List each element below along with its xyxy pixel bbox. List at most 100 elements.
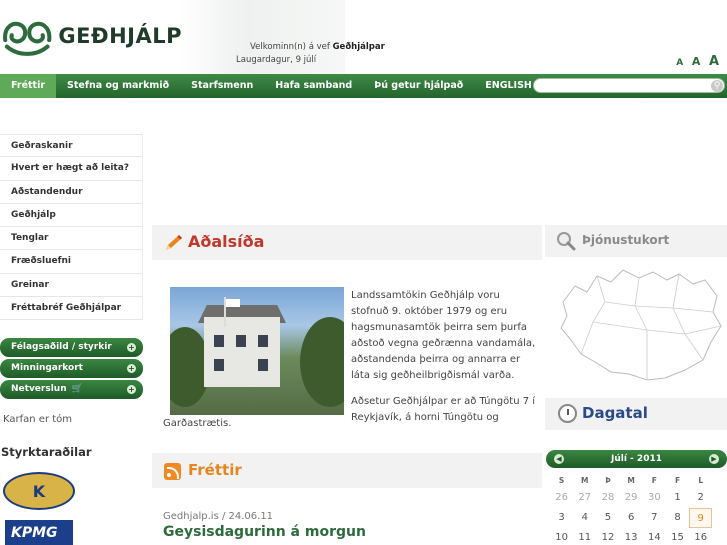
date-line: Laugardagur, 9 júlí xyxy=(236,55,317,65)
search-input[interactable] xyxy=(542,84,712,98)
weekday-label: M xyxy=(627,476,635,485)
welcome-prefix: Velkominn(n) á vef xyxy=(250,42,333,52)
calendar-title-bar: Dagatal xyxy=(545,398,727,430)
logo-text: GEÐHJÁLP xyxy=(58,24,182,48)
felagsadild-label: Félagsaðild / styrkir xyxy=(11,342,112,352)
intro-paragraph-2: Aðsetur Geðhjálpar er að Túngötu 7 í Rey… xyxy=(351,396,536,423)
expand-icon: + xyxy=(127,385,136,394)
cart-status: Karfan er tóm xyxy=(3,414,73,425)
kpmg-logo[interactable]: KPMG xyxy=(5,520,73,545)
sidebar-item-tenglar[interactable]: Tenglar xyxy=(0,227,143,251)
sidebar-item-gedhjalp[interactable]: Geðhjálp xyxy=(0,203,143,228)
calendar-day[interactable]: 5 xyxy=(596,508,619,528)
nav-item-frettir[interactable]: Fréttir xyxy=(0,74,57,98)
font-size-small-button[interactable]: A xyxy=(676,58,683,68)
calendar-day[interactable]: 30 xyxy=(643,488,666,508)
calendar-week: 26 27 28 29 30 1 2 xyxy=(550,488,727,508)
nav-item-starfsmenn[interactable]: Starfsmenn xyxy=(180,74,264,98)
welcome-message: Velkominn(n) á vef Geðhjálpar Laugardagu… xyxy=(236,41,385,67)
page-title: Aðalsíða xyxy=(188,232,265,251)
weekday-label: F xyxy=(651,476,657,485)
weekday-label: L xyxy=(698,476,704,485)
calendar-day[interactable]: 1 xyxy=(666,488,689,508)
search-icon[interactable]: ⚲ xyxy=(711,80,723,92)
service-map-title-bar: Þjónustukort xyxy=(545,225,727,257)
iceland-map[interactable] xyxy=(553,262,725,387)
netverslun-label: Netverslun xyxy=(11,384,67,394)
calendar-day[interactable]: 6 xyxy=(620,508,643,528)
pencil-icon xyxy=(166,235,182,250)
calendar-day[interactable]: 4 xyxy=(573,508,596,528)
sidebar-menu: Geðraskanir Hvert er hægt að leita? Aðst… xyxy=(0,134,143,321)
calendar-title: Dagatal xyxy=(582,404,648,422)
calendar-weekdays: S M Þ M F F L xyxy=(550,474,727,488)
sidebar-item-hvert-er-haegt[interactable]: Hvert er hægt að leita? xyxy=(0,157,143,181)
magnifier-icon xyxy=(557,232,576,251)
intro-text: Landssamtökin Geðhjálp voru stofnuð 9. o… xyxy=(351,288,539,426)
calendar-day[interactable]: 3 xyxy=(550,508,573,528)
building-photo xyxy=(170,287,344,415)
expand-icon: + xyxy=(127,343,136,352)
weekday-label: M xyxy=(581,476,589,485)
site-logo[interactable]: GEÐHJÁLP xyxy=(2,10,182,62)
font-size-controls: A A A xyxy=(673,50,719,69)
calendar-day-today[interactable]: 9 xyxy=(689,508,713,528)
netverslun-button[interactable]: Netverslun 🛒 + xyxy=(0,380,143,399)
nav-item-stefna[interactable]: Stefna og markmið xyxy=(56,74,180,98)
font-size-large-button[interactable]: A xyxy=(709,54,719,69)
nav-item-thu-getur-hjalpad[interactable]: Þú getur hjálpað xyxy=(363,74,474,98)
calendar-week: 3 4 5 6 7 8 9 xyxy=(550,508,727,528)
font-size-medium-button[interactable]: A xyxy=(692,55,701,68)
weekday-label: F xyxy=(674,476,681,485)
logo-mark-icon xyxy=(3,21,52,56)
calendar-day[interactable]: 11 xyxy=(573,528,596,545)
expand-icon: + xyxy=(127,364,136,373)
site-header: GEÐHJÁLP Velkominn(n) á vef Geðhjálpar L… xyxy=(0,0,727,74)
calendar-day[interactable]: 16 xyxy=(689,528,712,545)
search-box: ⚲ xyxy=(533,78,725,98)
felagsadild-button[interactable]: Félagsaðild / styrkir + xyxy=(0,338,143,357)
calendar-week: 10 11 12 13 14 15 16 xyxy=(550,528,727,545)
weekday-label: Þ xyxy=(605,476,611,485)
calendar-day[interactable]: 26 xyxy=(550,488,573,508)
calendar-day[interactable]: 2 xyxy=(689,488,712,508)
kiwanis-logo[interactable]: K xyxy=(3,472,75,510)
sidebar-item-frettabref[interactable]: Fréttabréf Geðhjálpar xyxy=(0,297,143,321)
calendar-next-icon[interactable]: ▶ xyxy=(709,454,719,464)
rss-icon[interactable] xyxy=(164,463,181,480)
sidebar-item-fraedsluefni[interactable]: Fræðsluefni xyxy=(0,250,143,274)
weekday-label: S xyxy=(558,476,565,485)
sidebar-buttons: Félagsaðild / styrkir + Minningarkort + … xyxy=(0,338,143,401)
nav-item-hafa-samband[interactable]: Hafa samband xyxy=(264,74,363,98)
intro-paragraph-1: Landssamtökin Geðhjálp voru stofnuð 9. o… xyxy=(351,290,536,381)
calendar-day[interactable]: 12 xyxy=(596,528,619,545)
calendar-grid: S M Þ M F F L 26 27 28 29 30 1 2 3 4 5 6… xyxy=(550,474,727,545)
clock-icon xyxy=(558,404,577,423)
calendar-day[interactable]: 10 xyxy=(550,528,573,545)
calendar-day[interactable]: 8 xyxy=(666,508,689,528)
calendar-day[interactable]: 15 xyxy=(666,528,689,545)
calendar-day[interactable]: 28 xyxy=(596,488,619,508)
news-headline-link[interactable]: Geysisdagurinn á morgun xyxy=(163,524,366,540)
sidebar-item-gedraskanir[interactable]: Geðraskanir xyxy=(0,134,143,158)
service-map-title: Þjónustukort xyxy=(582,233,670,247)
calendar-day[interactable]: 29 xyxy=(620,488,643,508)
calendar-month-bar: ◀ Júlí - 2011 ▶ xyxy=(546,450,727,468)
main-navigation: Fréttir Stefna og markmið Starfsmenn Haf… xyxy=(0,74,727,98)
calendar-day[interactable]: 14 xyxy=(643,528,666,545)
page: GEÐHJÁLP Velkominn(n) á vef Geðhjálpar L… xyxy=(0,0,727,545)
news-title-bar: Fréttir xyxy=(152,453,542,488)
calendar-day[interactable]: 7 xyxy=(643,508,666,528)
sponsors-heading: Styrktaraðilar xyxy=(1,445,92,459)
calendar-day[interactable]: 13 xyxy=(620,528,643,545)
welcome-name: Geðhjálpar xyxy=(332,42,385,52)
calendar-prev-icon[interactable]: ◀ xyxy=(554,454,564,464)
calendar-day[interactable]: 27 xyxy=(573,488,596,508)
calendar-month-label: Júlí - 2011 xyxy=(611,454,662,464)
news-meta: Gedhjalp.is / 24.06.11 xyxy=(163,511,274,522)
minningarkort-label: Minningarkort xyxy=(11,363,83,373)
minningarkort-button[interactable]: Minningarkort + xyxy=(0,359,143,378)
sidebar-item-adstandendur[interactable]: Aðstandendur xyxy=(0,180,143,204)
sidebar-item-greinar[interactable]: Greinar xyxy=(0,273,143,298)
intro-paragraph-2-tail: Garðastrætis. xyxy=(163,418,232,429)
